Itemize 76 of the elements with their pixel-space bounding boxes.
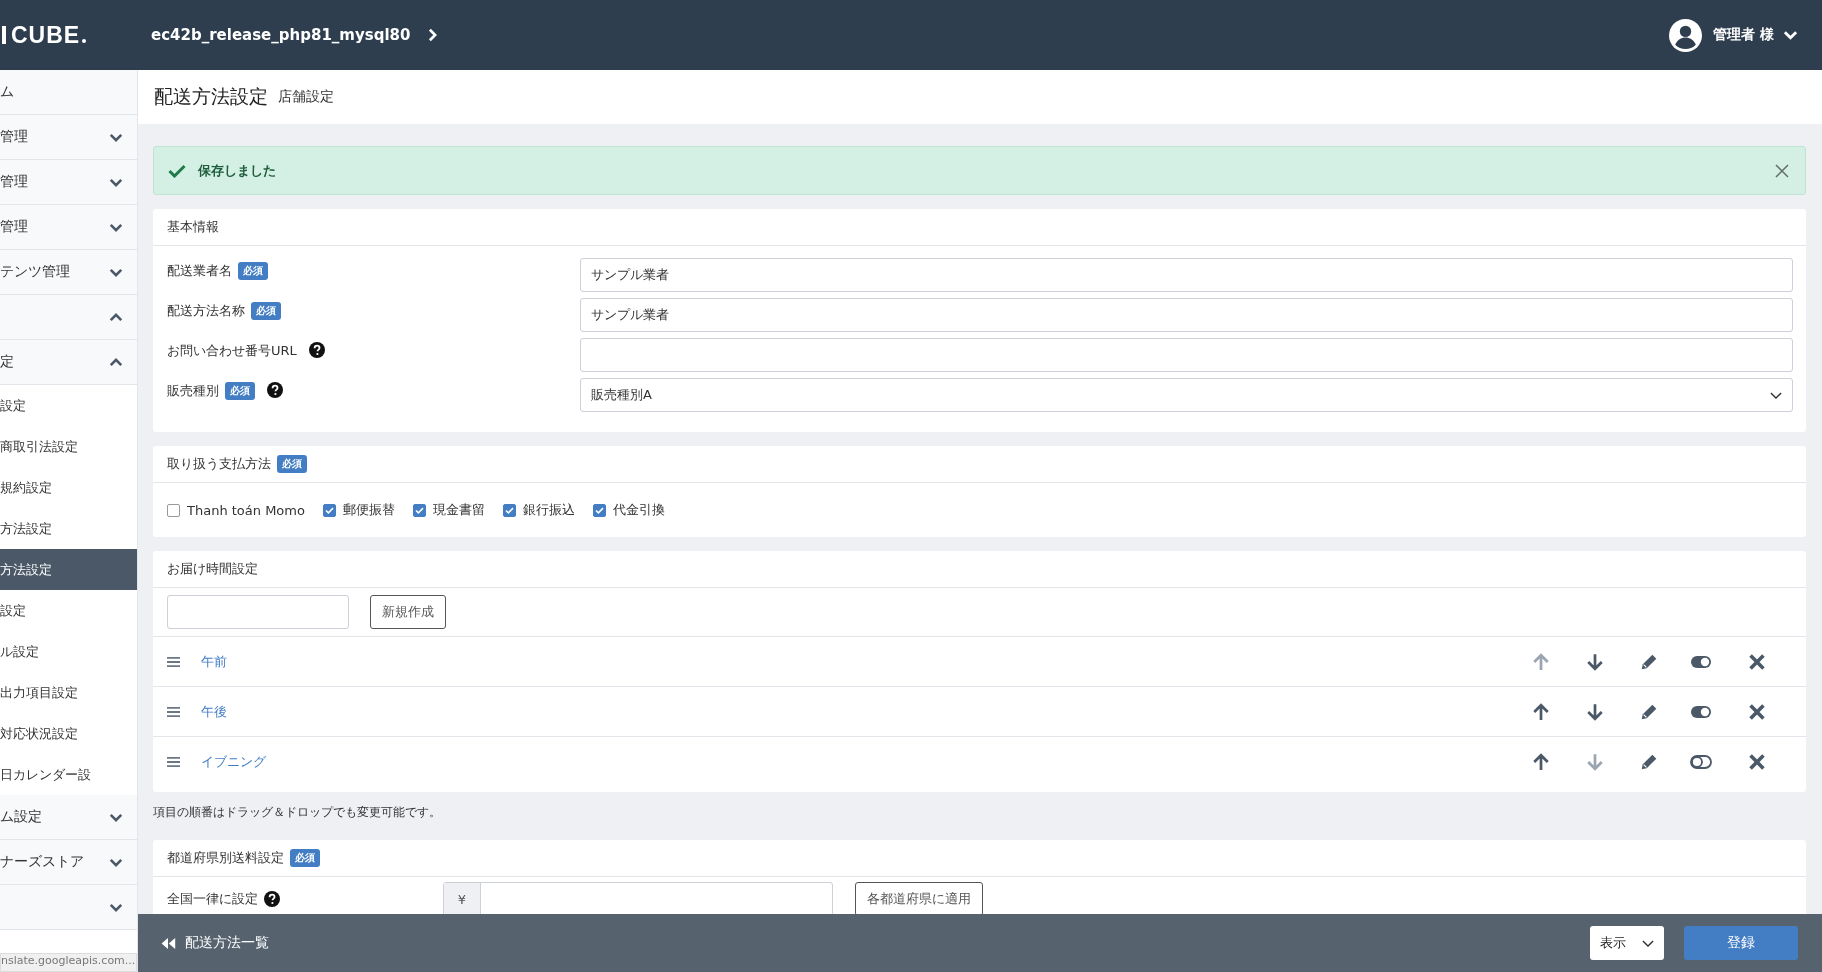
logo[interactable]: CUBE (11, 21, 81, 49)
page-title: 配送方法設定 (154, 84, 268, 109)
avatar-icon (1669, 18, 1703, 52)
field-label: お問い合わせ番号URL (167, 342, 297, 360)
shop-name-link[interactable]: ec42b_release_php81_mysql80 (151, 26, 411, 44)
register-button[interactable]: 登録 (1684, 926, 1798, 960)
checkbox-label: 代金引換 (612, 501, 665, 519)
alert-message: 保存しました (198, 161, 276, 180)
chevron-down-icon (1783, 30, 1798, 40)
chevron-right-icon (428, 28, 438, 42)
sidebar-item[interactable]: 方法設定 (0, 549, 137, 590)
sidebar-group[interactable]: 管理 (0, 160, 137, 205)
input-field[interactable]: サンプル業者 (580, 258, 1793, 292)
card-title: 基本情報 (167, 218, 219, 236)
checkbox-label: 郵便振替 (342, 501, 395, 519)
time-slot-link[interactable]: 午前 (201, 652, 227, 671)
check-icon (168, 163, 186, 178)
page-subtitle: 店舗設定 (278, 88, 334, 106)
field-label: 販売種別 (167, 382, 219, 400)
sidebar-group[interactable]: 管理 (0, 205, 137, 250)
drag-handle-icon (167, 755, 180, 768)
delete-icon (1748, 702, 1766, 721)
sidebar-group[interactable]: 管理 (0, 115, 137, 160)
drag-handle-icon (167, 705, 180, 718)
field-label: 全国一律に設定 (167, 890, 258, 908)
logo-mark-icon (2, 26, 6, 44)
status-url: nslate.googleapis.com... (0, 953, 137, 972)
checkbox[interactable] (322, 503, 336, 517)
sidebar-group[interactable]: ム設定 (0, 795, 137, 840)
card-title: お届け時間設定 (167, 560, 258, 578)
user-menu[interactable]: 管理者 様 (1669, 18, 1798, 52)
checkbox[interactable] (592, 503, 606, 517)
field-label: 配送方法名称 (167, 302, 245, 320)
sidebar-group[interactable]: テンツ管理 (0, 250, 137, 295)
checkbox[interactable] (412, 503, 426, 517)
close-button[interactable] (1773, 161, 1791, 180)
input-field[interactable]: サンプル業者 (580, 298, 1793, 332)
new-button[interactable]: 新規作成 (370, 595, 446, 629)
drag-handle-icon (167, 655, 180, 668)
close-icon (1775, 163, 1789, 178)
field-label: 配送業者名 (167, 262, 232, 280)
checkbox-label: Thanh toán Momo (187, 502, 305, 518)
sidebar-item[interactable]: ム (0, 70, 137, 115)
currency-label: ¥ (444, 883, 481, 915)
required-badge: 必須 (251, 302, 281, 320)
card-title: 都道府県別送料設定 (167, 849, 284, 867)
input-field[interactable] (580, 338, 1793, 372)
apply-button[interactable]: 各都道府県に適用 (855, 882, 983, 916)
registered-icon (82, 39, 87, 43)
pencil-icon (1640, 702, 1658, 721)
select-field[interactable]: 販売種別A (580, 378, 1793, 412)
pencil-icon (1640, 752, 1658, 771)
input-field[interactable] (167, 595, 349, 629)
card-title: 取り扱う支払方法 (167, 455, 271, 473)
hint-text: 項目の順番はドラッグ＆ドロップでも変更可能です。 (153, 804, 442, 821)
visibility-select[interactable]: 表示 (1590, 926, 1664, 960)
delete-icon (1748, 652, 1766, 671)
checkbox-label: 銀行振込 (522, 501, 575, 519)
chevron-down-icon (1642, 939, 1654, 947)
required-badge: 必須 (290, 849, 320, 867)
help-icon (264, 891, 280, 907)
back-link[interactable]: 配送方法一覧 (160, 934, 269, 952)
chevron-down-icon (1770, 391, 1782, 399)
checkbox[interactable] (502, 503, 516, 517)
delete-icon (1748, 752, 1766, 771)
required-badge: 必須 (277, 455, 307, 473)
time-slot-link[interactable]: 午後 (201, 702, 227, 721)
checkbox-label: 現金書留 (432, 501, 485, 519)
time-slot-link[interactable]: イブニング (201, 752, 266, 771)
sidebar-group[interactable]: ナーズストア (0, 840, 137, 885)
double-arrow-left-icon (160, 936, 176, 950)
checkbox[interactable] (167, 503, 180, 517)
pencil-icon (1640, 652, 1658, 671)
required-badge: 必須 (238, 262, 268, 280)
required-badge: 必須 (225, 382, 255, 400)
sidebar-group[interactable]: 定 (0, 340, 137, 385)
